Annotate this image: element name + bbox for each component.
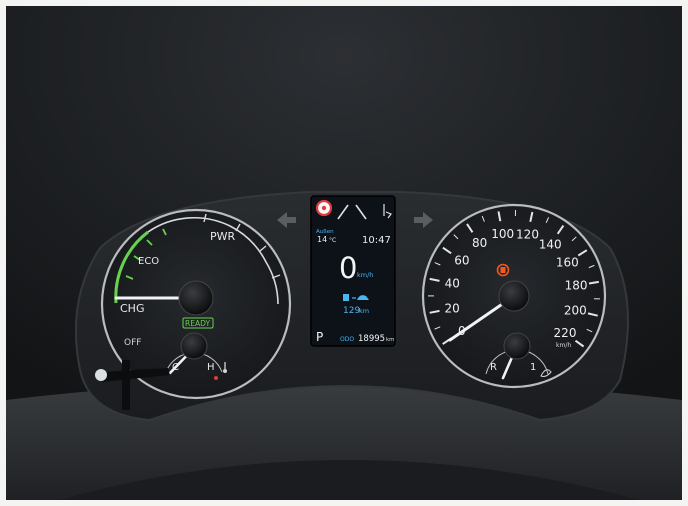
clock: 10:47 — [362, 235, 391, 246]
small-gauge-hub — [503, 332, 531, 360]
speed-limit-sign-icon — [315, 199, 333, 217]
range-value: 129 — [343, 306, 360, 316]
center-display: Außen 14 °C 10:47 0 km/h 129 km P ODO 18… — [310, 195, 396, 347]
speed-tick-label: 100 — [491, 227, 514, 241]
power-meter: PWR ECO CHG OFF READY C H — [100, 208, 292, 400]
temp-needle-hub — [180, 332, 208, 360]
pwr-label: PWR — [210, 230, 236, 243]
off-label: OFF — [124, 338, 141, 348]
odometer-value: 18995 — [358, 334, 385, 344]
ready-label: READY — [185, 319, 210, 328]
speed-tick-label: 40 — [445, 277, 460, 291]
odometer-label: ODO — [340, 336, 354, 343]
gear-indicator: P — [316, 330, 323, 344]
small-gauge-left-label: R — [490, 362, 497, 373]
range-unit: km — [359, 307, 369, 315]
outside-temp-value: 14 — [317, 235, 327, 244]
speed-tick-label: 120 — [516, 228, 539, 242]
speed-tick-label: 160 — [556, 255, 579, 269]
speed-tick-label: 60 — [454, 254, 469, 268]
speed-needle-hub — [498, 280, 530, 312]
chg-label: CHG — [120, 302, 144, 315]
eco-label: ECO — [138, 256, 159, 267]
speed-unit-label: km/h — [556, 342, 571, 349]
outside-temp-unit: °C — [329, 237, 336, 244]
speed-tick-label: 200 — [564, 304, 587, 318]
small-gauge-right-label: 1 — [530, 362, 536, 373]
speed-unit: km/h — [357, 271, 373, 279]
power-needle-hub — [178, 280, 214, 316]
speed-tick-label: 20 — [445, 301, 460, 315]
hot-label: H — [207, 362, 215, 373]
dashboard-photo: PWR ECO CHG OFF READY C H Außen 14 °C 10… — [0, 0, 688, 506]
speed-tick-label: 80 — [472, 236, 487, 250]
odometer-unit: km — [386, 337, 395, 343]
hot-warning-dot — [214, 376, 218, 380]
speed-value: 0 — [339, 251, 357, 285]
cold-label: C — [172, 362, 179, 373]
speed-tick-label: 180 — [565, 279, 588, 293]
speedometer: 020406080100120140160180200220 km/h R 1 — [421, 203, 607, 389]
speed-tick-label: 140 — [539, 238, 562, 252]
speed-tick-label: 220 — [554, 326, 577, 340]
